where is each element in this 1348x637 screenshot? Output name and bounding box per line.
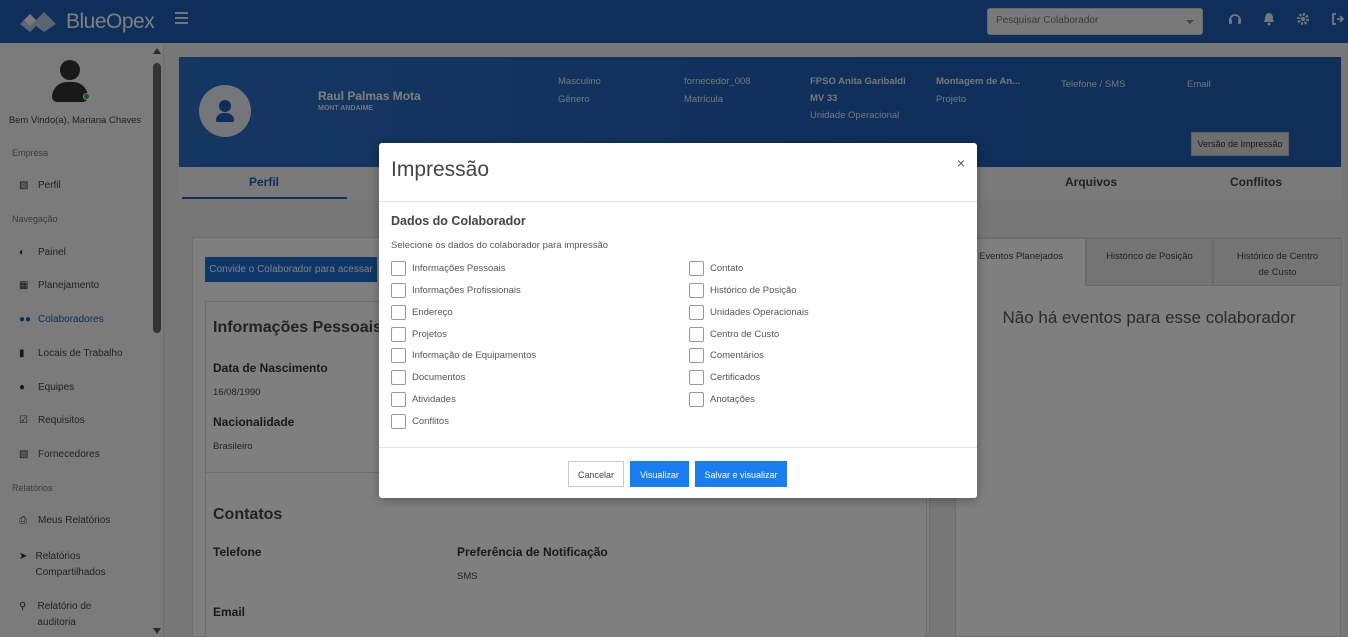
checkbox[interactable] [689, 283, 704, 298]
option-label: Anotações [710, 394, 755, 405]
checkbox[interactable] [391, 283, 406, 298]
option-label: Unidades Operacionais [710, 307, 809, 318]
option-label: Projetos [412, 329, 447, 340]
modal-header: Impressão × [379, 143, 977, 202]
option-conflitos[interactable]: Conflitos [391, 414, 449, 429]
option-projetos[interactable]: Projetos [391, 327, 447, 342]
option-label: Conflitos [412, 416, 449, 427]
option-label: Contato [710, 263, 744, 274]
close-icon[interactable]: × [957, 155, 965, 171]
checkbox[interactable] [689, 261, 704, 276]
option-label: Comentários [710, 350, 764, 361]
cancel-button[interactable]: Cancelar [568, 461, 624, 487]
checkbox[interactable] [391, 305, 406, 320]
modal-title: Impressão [391, 158, 490, 181]
checkbox[interactable] [689, 392, 704, 407]
modal-description: Selecione os dados do colaborador para i… [391, 240, 609, 251]
option-documentos[interactable]: Documentos [391, 370, 465, 385]
checkbox[interactable] [391, 261, 406, 276]
option-informacoes-pessoais[interactable]: Informações Pessoais [391, 261, 505, 276]
option-unidades-operacionais[interactable]: Unidades Operacionais [689, 305, 809, 320]
option-label: Documentos [412, 372, 466, 383]
option-label: Histórico de Posição [710, 285, 797, 296]
option-label: Certificados [710, 372, 761, 383]
option-label: Atividades [412, 394, 456, 405]
option-label: Informação de Equipamentos [412, 350, 537, 361]
option-certificados[interactable]: Certificados [689, 370, 760, 385]
modal-footer: Cancelar Visualizar Salvar e visualizar [379, 447, 977, 498]
view-button[interactable]: Visualizar [630, 461, 689, 487]
option-label: Informações Pessoais [412, 263, 506, 274]
option-endereco[interactable]: Endereço [391, 305, 453, 320]
checkbox[interactable] [689, 327, 704, 342]
option-informacoes-profissionais[interactable]: Informações Profissionais [391, 283, 521, 298]
option-historico-posicao[interactable]: Histórico de Posição [689, 283, 797, 298]
checkbox[interactable] [689, 348, 704, 363]
option-atividades[interactable]: Atividades [391, 392, 456, 407]
option-label: Endereço [412, 307, 453, 318]
checkbox[interactable] [391, 348, 406, 363]
checkbox[interactable] [391, 392, 406, 407]
option-anotacoes[interactable]: Anotações [689, 392, 755, 407]
option-comentarios[interactable]: Comentários [689, 348, 764, 363]
checkbox[interactable] [391, 327, 406, 342]
print-modal: Impressão × Dados do Colaborador Selecio… [379, 143, 977, 498]
modal-subtitle: Dados do Colaborador [391, 214, 526, 228]
option-centro-custo[interactable]: Centro de Custo [689, 327, 779, 342]
checkbox[interactable] [391, 414, 406, 429]
checkbox[interactable] [689, 305, 704, 320]
save-and-view-button[interactable]: Salvar e visualizar [695, 461, 787, 487]
checkbox[interactable] [391, 370, 406, 385]
option-contato[interactable]: Contato [689, 261, 743, 276]
option-informacao-equipamentos[interactable]: Informação de Equipamentos [391, 348, 536, 363]
checkbox[interactable] [689, 370, 704, 385]
option-label: Informações Profissionais [412, 285, 521, 296]
option-label: Centro de Custo [710, 329, 780, 340]
